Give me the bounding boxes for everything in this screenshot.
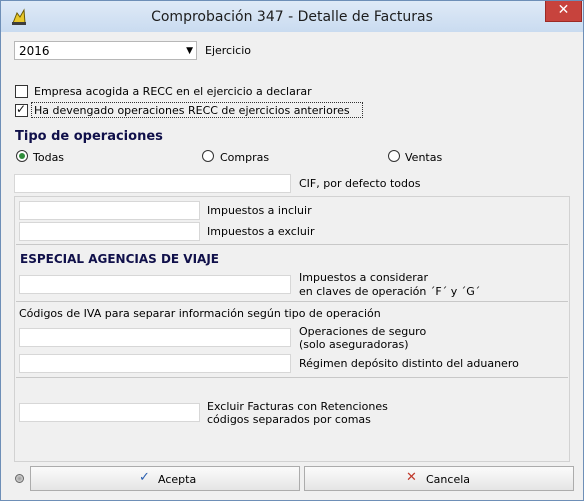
impuestos-incluir-input[interactable] xyxy=(19,201,200,220)
radio-compras[interactable] xyxy=(202,150,214,162)
deposito-label: Régimen depósito distinto del aduanero xyxy=(299,357,519,370)
ejercicio-label: Ejercicio xyxy=(205,44,251,57)
button-bar: ✓ Acepta ✕ Cancela xyxy=(8,464,576,495)
seguro-label-2: (solo aseguradoras) xyxy=(299,338,409,351)
divider xyxy=(16,244,568,245)
status-indicator xyxy=(15,474,24,483)
impuestos-excluir-label: Impuestos a excluir xyxy=(207,225,315,238)
title-bar[interactable]: Comprobación 347 - Detalle de Facturas ✕ xyxy=(1,1,583,32)
ejercicio-value: 2016 xyxy=(19,44,50,58)
devengado-label: Ha devengado operaciones RECC de ejercic… xyxy=(34,104,350,117)
dialog-body: 2016 ▼ Ejercicio Empresa acogida a RECC … xyxy=(8,32,576,495)
radio-todas-label: Todas xyxy=(33,151,65,164)
accept-label: Acepta xyxy=(158,473,197,486)
radio-compras-label: Compras xyxy=(220,151,270,164)
agencias-title: ESPECIAL AGENCIAS DE VIAJE xyxy=(20,252,220,266)
radio-ventas-label: Ventas xyxy=(405,151,443,164)
divider xyxy=(16,377,568,378)
chevron-down-icon[interactable]: ▼ xyxy=(186,46,193,56)
cancel-button[interactable]: ✕ Cancela xyxy=(304,466,574,491)
cross-icon: ✕ xyxy=(406,470,417,485)
cif-input[interactable] xyxy=(14,174,291,193)
tipo-operaciones-title: Tipo de operaciones xyxy=(15,129,163,144)
seguro-label-1: Operaciones de seguro xyxy=(299,325,427,338)
checkmark-icon: ✓ xyxy=(16,102,27,116)
recc-label: Empresa acogida a RECC en el ejercicio a… xyxy=(34,85,312,98)
close-button[interactable]: ✕ xyxy=(545,1,582,22)
deposito-input[interactable] xyxy=(19,354,291,373)
window-title: Comprobación 347 - Detalle de Facturas xyxy=(151,9,433,25)
impuestos-excluir-input[interactable] xyxy=(19,222,200,241)
divider xyxy=(16,301,568,302)
recc-checkbox[interactable] xyxy=(15,85,28,98)
radio-todas[interactable] xyxy=(16,150,28,162)
accept-button[interactable]: ✓ Acepta xyxy=(30,466,300,491)
check-icon: ✓ xyxy=(139,470,150,485)
retenciones-label-2: códigos separados por comas xyxy=(207,413,371,426)
impuestos-incluir-label: Impuestos a incluir xyxy=(207,204,312,217)
agencias-label-2: en claves de operación ´F´ y ´G´ xyxy=(299,285,481,298)
seguro-input[interactable] xyxy=(19,328,291,347)
cancel-label: Cancela xyxy=(426,473,471,486)
codigos-iva-title: Códigos de IVA para separar información … xyxy=(19,307,381,320)
dialog-window: Comprobación 347 - Detalle de Facturas ✕… xyxy=(0,0,584,501)
radio-ventas[interactable] xyxy=(388,150,400,162)
radio-selected-dot xyxy=(19,153,25,159)
retenciones-input[interactable] xyxy=(19,403,200,422)
agencias-impuestos-input[interactable] xyxy=(19,275,291,294)
cif-label: CIF, por defecto todos xyxy=(299,177,421,190)
ejercicio-select[interactable]: 2016 ▼ xyxy=(14,41,197,60)
retenciones-label-1: Excluir Facturas con Retenciones xyxy=(207,400,388,413)
devengado-checkbox[interactable]: ✓ xyxy=(15,102,28,117)
agencias-label-1: Impuestos a considerar xyxy=(299,271,428,284)
close-icon: ✕ xyxy=(557,2,570,18)
